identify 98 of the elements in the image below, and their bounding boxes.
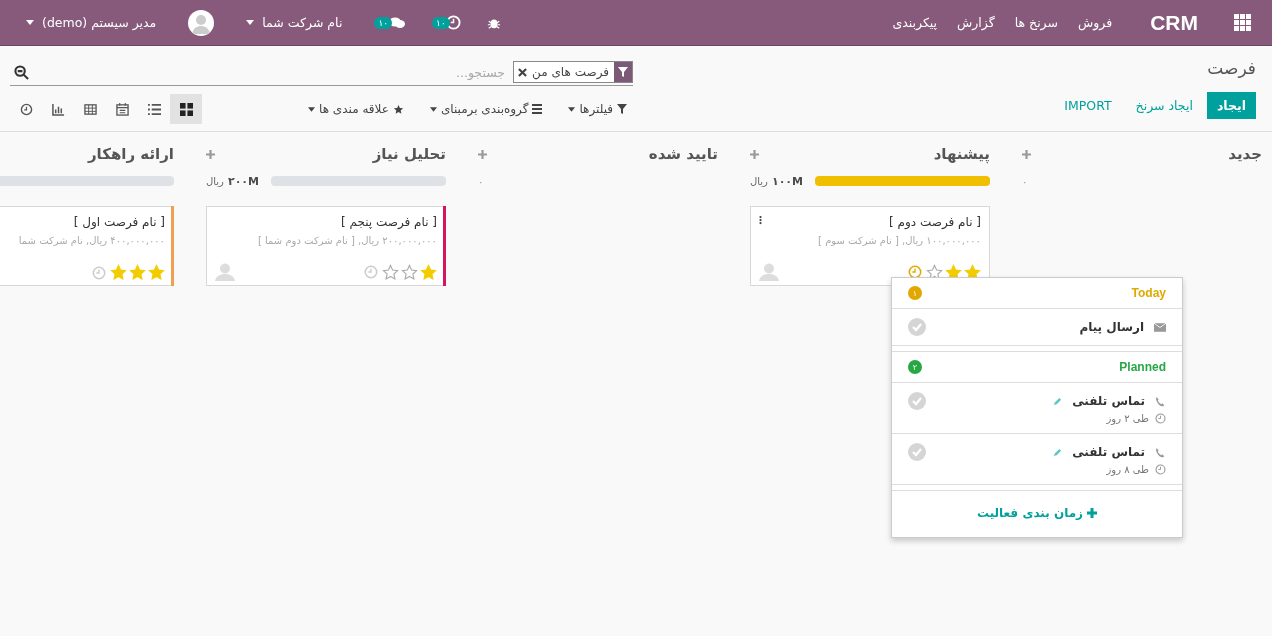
filter-dropdown[interactable]: فیلترها xyxy=(562,101,633,117)
add-icon[interactable] xyxy=(206,149,215,159)
count-badge: ۲ xyxy=(908,360,922,374)
add-icon[interactable] xyxy=(1022,149,1031,159)
column-title: پیشنهاد xyxy=(933,145,990,163)
currency-label: ریال xyxy=(750,175,768,187)
caret-icon xyxy=(246,20,255,25)
star-icon[interactable] xyxy=(148,264,165,281)
schedule-activity-link[interactable]: زمان بندی فعالیت xyxy=(971,505,1103,521)
column-title: ارائه راهکار xyxy=(87,145,174,163)
user-avatar[interactable] xyxy=(188,9,215,36)
activity-title[interactable]: تماس تلفنی xyxy=(1070,392,1147,410)
clock-icon xyxy=(1155,413,1166,424)
facet-label: فرصت های من xyxy=(532,65,609,79)
envelope-icon xyxy=(1154,322,1166,332)
action-button[interactable]: ایجاد xyxy=(1206,92,1256,119)
menu-item[interactable]: سرنخ ها xyxy=(1014,15,1058,30)
bars-icon xyxy=(532,104,543,114)
caret-icon xyxy=(308,106,316,112)
add-icon[interactable] xyxy=(478,149,487,159)
plus-icon xyxy=(1087,508,1097,518)
clock-icon xyxy=(19,102,33,116)
search-facet[interactable]: فرصت های من xyxy=(513,61,633,83)
app-brand[interactable]: CRM xyxy=(1150,10,1198,35)
priority-stars[interactable] xyxy=(110,264,165,281)
clock-icon[interactable] xyxy=(364,265,378,279)
apps-grid-icon[interactable] xyxy=(1234,13,1252,32)
company-switcher[interactable]: نام شرکت شما xyxy=(240,14,349,31)
filter-dropdown[interactable]: گروه‌بندی برمبنای xyxy=(423,101,549,117)
activity-title[interactable]: ارسال پیام xyxy=(1077,318,1146,336)
user-menu[interactable]: مدیر سیستم (demo) xyxy=(20,14,163,31)
action-button[interactable]: ایجاد سرنخ xyxy=(1125,92,1203,119)
filter-icon xyxy=(618,67,628,77)
menu-item[interactable]: فروش xyxy=(1078,15,1113,30)
column-count: ۰ xyxy=(478,175,484,187)
star-icon xyxy=(392,103,404,115)
opportunity-card[interactable]: [ نام فرصت دوم ] ۱۰۰,۰۰۰,۰۰۰ ریال, [ نام شرکت سوم ] xyxy=(750,206,990,286)
activity-button[interactable]: ۱۰ xyxy=(432,15,461,30)
star-icon[interactable] xyxy=(129,264,146,281)
phone-icon xyxy=(1155,446,1166,458)
column-total: ۲۰۰M xyxy=(227,174,260,188)
card-title: [ نام فرصت اول ] xyxy=(73,215,165,229)
caret-icon xyxy=(568,106,576,112)
checkmark-circle-icon[interactable] xyxy=(908,443,926,461)
caret-icon xyxy=(26,20,34,25)
activity-title[interactable]: تماس تلفنی xyxy=(1070,443,1147,461)
calendar-icon xyxy=(115,102,129,116)
search-field[interactable]: فرصت های من جستجو... xyxy=(10,59,633,86)
close-icon[interactable] xyxy=(518,67,528,77)
star-icon[interactable] xyxy=(110,264,127,281)
grid-icon xyxy=(179,102,193,116)
due-date: طی ۲ روز xyxy=(1106,413,1149,424)
activity-group-label: Planned xyxy=(1119,360,1166,374)
filter-icon xyxy=(617,104,627,114)
star-icon[interactable] xyxy=(401,263,418,281)
search-icon[interactable] xyxy=(14,64,29,80)
breadcrumb: فرصت xyxy=(1206,58,1256,78)
menu-item[interactable]: پیکربندی xyxy=(892,15,938,30)
priority-stars[interactable] xyxy=(382,263,437,281)
filter-dropdown[interactable]: علاقه مندی ها xyxy=(302,101,410,117)
add-icon[interactable] xyxy=(750,149,759,159)
messages-button[interactable]: ۱۰ xyxy=(374,15,407,30)
column-total: ۱۰۰M xyxy=(771,174,804,188)
pencil-icon[interactable] xyxy=(1053,447,1063,457)
currency-label: ریال xyxy=(206,175,224,187)
clock-icon[interactable] xyxy=(92,265,106,280)
clock-icon[interactable] xyxy=(908,265,922,279)
caret-icon xyxy=(429,106,437,112)
menu-item[interactable]: گزارش xyxy=(957,15,995,30)
notification-badge: ۱۰ xyxy=(374,16,393,29)
card-subtitle: ۲۰۰,۰۰۰,۰۰۰ ریال, [ نام شرکت دوم شما ] xyxy=(257,235,437,246)
phone-icon xyxy=(1155,395,1166,407)
column-title: تایید شده xyxy=(648,145,718,163)
column-title: جدید xyxy=(1228,145,1262,163)
activity-group-label: Today xyxy=(1131,286,1166,300)
view-switch-button[interactable] xyxy=(170,94,202,124)
count-badge: ۱ xyxy=(908,286,922,300)
opportunity-card[interactable]: [ نام فرصت پنجم ] ۲۰۰,۰۰۰,۰۰۰ ریال, [ نام شرکت دوم شما ] xyxy=(206,206,446,286)
card-subtitle: ۴۰۰,۰۰۰,۰۰۰ ریال, نام شرکت شما xyxy=(18,235,165,246)
due-date: طی ۸ روز xyxy=(1106,464,1149,475)
list-icon xyxy=(147,102,161,116)
star-icon[interactable] xyxy=(420,263,437,281)
bar-chart-icon xyxy=(51,102,65,116)
column-count: ۰ xyxy=(1022,175,1028,187)
notification-badge: ۱۰ xyxy=(432,16,450,29)
checkmark-circle-icon[interactable] xyxy=(908,392,926,410)
kebab-menu-icon[interactable] xyxy=(759,215,762,225)
clock-icon xyxy=(1155,464,1166,475)
card-subtitle: ۱۰۰,۰۰۰,۰۰۰ ریال, [ نام شرکت سوم ] xyxy=(818,235,981,246)
pencil-icon[interactable] xyxy=(1053,396,1063,406)
opportunity-card[interactable]: [ نام فرصت اول ] ۴۰۰,۰۰۰,۰۰۰ ریال, نام شرکت شما xyxy=(0,206,174,286)
table-icon xyxy=(83,102,97,116)
card-title: [ نام فرصت پنجم ] xyxy=(340,215,437,229)
checkmark-circle-icon[interactable] xyxy=(908,318,926,336)
column-title: تحلیل نیاز xyxy=(372,145,446,163)
star-icon[interactable] xyxy=(382,263,399,281)
action-button[interactable]: IMPORT xyxy=(1054,92,1122,119)
card-title: [ نام فرصت دوم ] xyxy=(889,215,981,229)
